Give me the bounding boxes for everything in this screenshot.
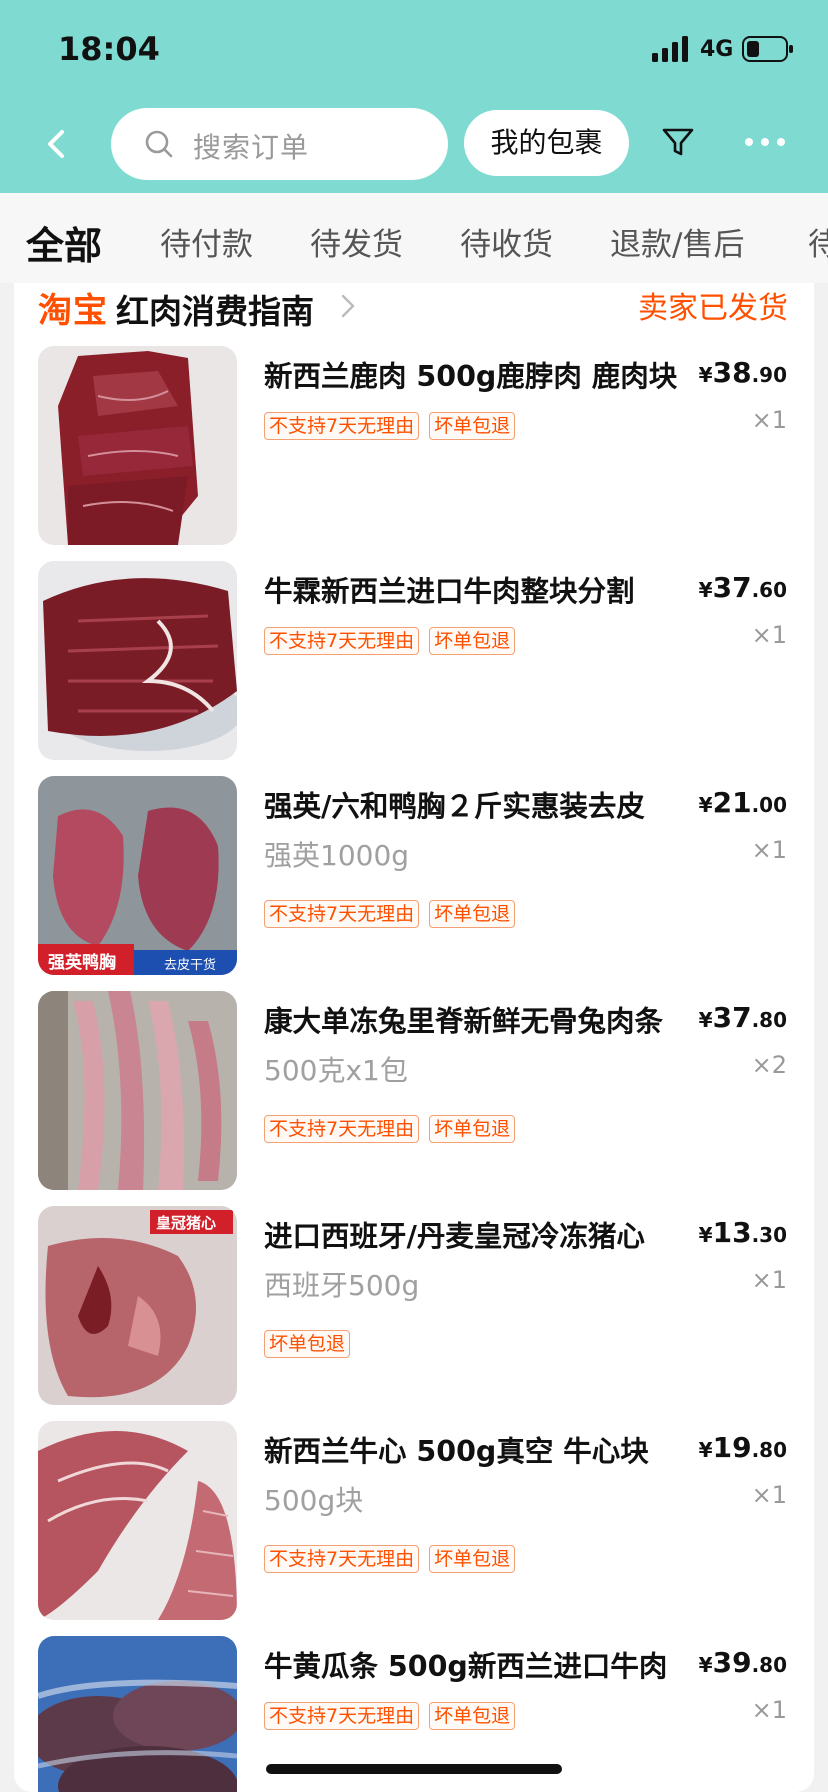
tag-damage-refund: 坏单包退 xyxy=(429,1545,516,1573)
order-item[interactable]: 牛霖新西兰进口牛肉整块分割 不支持7天无理由 坏单包退 ¥37.60 ×1 xyxy=(14,561,814,776)
tab-pending-review[interactable]: 待评价 xyxy=(808,219,828,264)
search-input[interactable]: 搜索订单 xyxy=(111,108,448,180)
product-quantity: ×1 xyxy=(751,836,787,864)
search-icon xyxy=(145,130,173,158)
service-tags: 坏单包退 xyxy=(264,1330,351,1358)
home-indicator[interactable] xyxy=(266,1764,562,1774)
order-item[interactable]: 新西兰鹿肉 500g鹿脖肉 鹿肉块 不支持7天无理由 坏单包退 ¥38.90 ×… xyxy=(14,346,814,561)
product-image[interactable]: 强英鸭胸 去皮干货 xyxy=(38,776,237,975)
tag-no-7day-return: 不支持7天无理由 xyxy=(264,1545,420,1573)
product-price: ¥37.60 xyxy=(698,571,787,604)
product-price: ¥13.30 xyxy=(698,1216,787,1249)
tag-no-7day-return: 不支持7天无理由 xyxy=(264,1702,420,1730)
order-card[interactable]: 淘宝 红肉消费指南 卖家已发货 新西兰鹿肉 500g鹿脖肉 鹿肉块 不支持7天无… xyxy=(14,283,814,1792)
product-title[interactable]: 牛霖新西兰进口牛肉整块分割 xyxy=(264,569,696,610)
my-packages-button[interactable]: 我的包裹 xyxy=(464,110,629,176)
tag-damage-refund: 坏单包退 xyxy=(429,412,516,440)
product-image[interactable]: 皇冠猪心 xyxy=(38,1206,237,1405)
product-image[interactable] xyxy=(38,346,237,545)
tab-refund-aftersale[interactable]: 退款/售后 xyxy=(610,219,744,264)
signal-icon xyxy=(652,36,688,62)
network-label: 4G xyxy=(700,37,734,62)
tab-pending-payment[interactable]: 待付款 xyxy=(160,219,253,264)
product-price: ¥21.00 xyxy=(698,786,787,819)
product-spec: 强英1000g xyxy=(264,839,410,872)
product-price: ¥39.80 xyxy=(698,1646,787,1679)
order-item[interactable]: 皇冠猪心 进口西班牙/丹麦皇冠冷冻猪心 西班牙500g 坏单包退 ¥13.30 … xyxy=(14,1206,814,1421)
tag-no-7day-return: 不支持7天无理由 xyxy=(264,412,420,440)
order-item[interactable]: 强英鸭胸 去皮干货 强英/六和鸭胸２斤实惠装去皮 强英1000g 不支持7天无理… xyxy=(14,776,814,991)
product-title[interactable]: 强英/六和鸭胸２斤实惠装去皮 xyxy=(264,784,696,825)
order-item[interactable]: 新西兰牛心 500g真空 牛心块 500g块 不支持7天无理由 坏单包退 ¥19… xyxy=(14,1421,814,1636)
product-quantity: ×1 xyxy=(751,1696,787,1724)
product-title[interactable]: 新西兰牛心 500g真空 牛心块 xyxy=(264,1429,696,1470)
product-quantity: ×1 xyxy=(751,1481,787,1509)
status-time: 18:04 xyxy=(58,30,160,68)
service-tags: 不支持7天无理由 坏单包退 xyxy=(264,1702,516,1730)
product-spec: 500克x1包 xyxy=(264,1054,408,1087)
product-title[interactable]: 牛黄瓜条 500g新西兰进口牛肉 xyxy=(264,1644,696,1685)
battery-icon xyxy=(742,36,793,62)
more-icon[interactable] xyxy=(742,134,788,150)
search-placeholder: 搜索订单 xyxy=(193,131,310,164)
tag-damage-refund: 坏单包退 xyxy=(429,1115,516,1143)
product-quantity: ×1 xyxy=(751,621,787,649)
tab-pending-receipt[interactable]: 待收货 xyxy=(460,219,553,264)
service-tags: 不支持7天无理由 坏单包退 xyxy=(264,627,516,655)
product-image[interactable] xyxy=(38,991,237,1190)
product-quantity: ×1 xyxy=(751,1266,787,1294)
tag-damage-refund: 坏单包退 xyxy=(264,1330,351,1358)
product-title[interactable]: 新西兰鹿肉 500g鹿脖肉 鹿肉块 xyxy=(264,354,696,395)
service-tags: 不支持7天无理由 坏单包退 xyxy=(264,1115,516,1143)
order-status: 卖家已发货 xyxy=(638,291,788,326)
tag-no-7day-return: 不支持7天无理由 xyxy=(264,1115,420,1143)
chevron-right-icon xyxy=(341,294,355,318)
filter-icon[interactable] xyxy=(660,124,696,160)
platform-logo: 淘宝 xyxy=(38,291,108,331)
product-spec: 500g块 xyxy=(264,1484,364,1517)
tab-all[interactable]: 全部 xyxy=(26,215,102,270)
thumb-label-brand: 强英鸭胸 xyxy=(48,952,116,973)
product-price: ¥19.80 xyxy=(698,1431,787,1464)
nav-bar: 搜索订单 我的包裹 xyxy=(0,100,828,193)
product-quantity: ×1 xyxy=(751,406,787,434)
shop-name[interactable]: 红肉消费指南 xyxy=(116,285,314,333)
product-spec: 西班牙500g xyxy=(264,1269,420,1302)
thumb-label-brand: 皇冠猪心 xyxy=(156,1214,216,1232)
tab-pending-shipment[interactable]: 待发货 xyxy=(310,219,403,264)
thumb-label-skinless: 去皮干货 xyxy=(164,957,216,973)
product-price: ¥37.80 xyxy=(698,1001,787,1034)
tag-damage-refund: 坏单包退 xyxy=(429,900,516,928)
product-title[interactable]: 康大单冻兔里脊新鲜无骨兔肉条 xyxy=(264,999,696,1040)
tag-damage-refund: 坏单包退 xyxy=(429,627,516,655)
product-image[interactable] xyxy=(38,561,237,760)
back-icon[interactable] xyxy=(36,122,76,166)
service-tags: 不支持7天无理由 坏单包退 xyxy=(264,412,516,440)
product-price: ¥38.90 xyxy=(698,356,787,389)
product-title[interactable]: 进口西班牙/丹麦皇冠冷冻猪心 xyxy=(264,1214,696,1255)
product-quantity: ×2 xyxy=(751,1051,787,1079)
tag-no-7day-return: 不支持7天无理由 xyxy=(264,627,420,655)
product-image[interactable] xyxy=(38,1636,237,1792)
order-item[interactable]: 康大单冻兔里脊新鲜无骨兔肉条 500克x1包 不支持7天无理由 坏单包退 ¥37… xyxy=(14,991,814,1206)
tag-no-7day-return: 不支持7天无理由 xyxy=(264,900,420,928)
product-image[interactable] xyxy=(38,1421,237,1620)
tag-damage-refund: 坏单包退 xyxy=(429,1702,516,1730)
status-bar: 18:04 4G xyxy=(0,0,828,100)
shop-header[interactable]: 淘宝 红肉消费指南 卖家已发货 xyxy=(14,283,814,337)
service-tags: 不支持7天无理由 坏单包退 xyxy=(264,900,516,928)
app-header: 18:04 4G 搜索订单 我的包裹 xyxy=(0,0,828,193)
service-tags: 不支持7天无理由 坏单包退 xyxy=(264,1545,516,1573)
order-tabs: 全部 待付款 待发货 待收货 退款/售后 待评价 xyxy=(0,193,828,283)
